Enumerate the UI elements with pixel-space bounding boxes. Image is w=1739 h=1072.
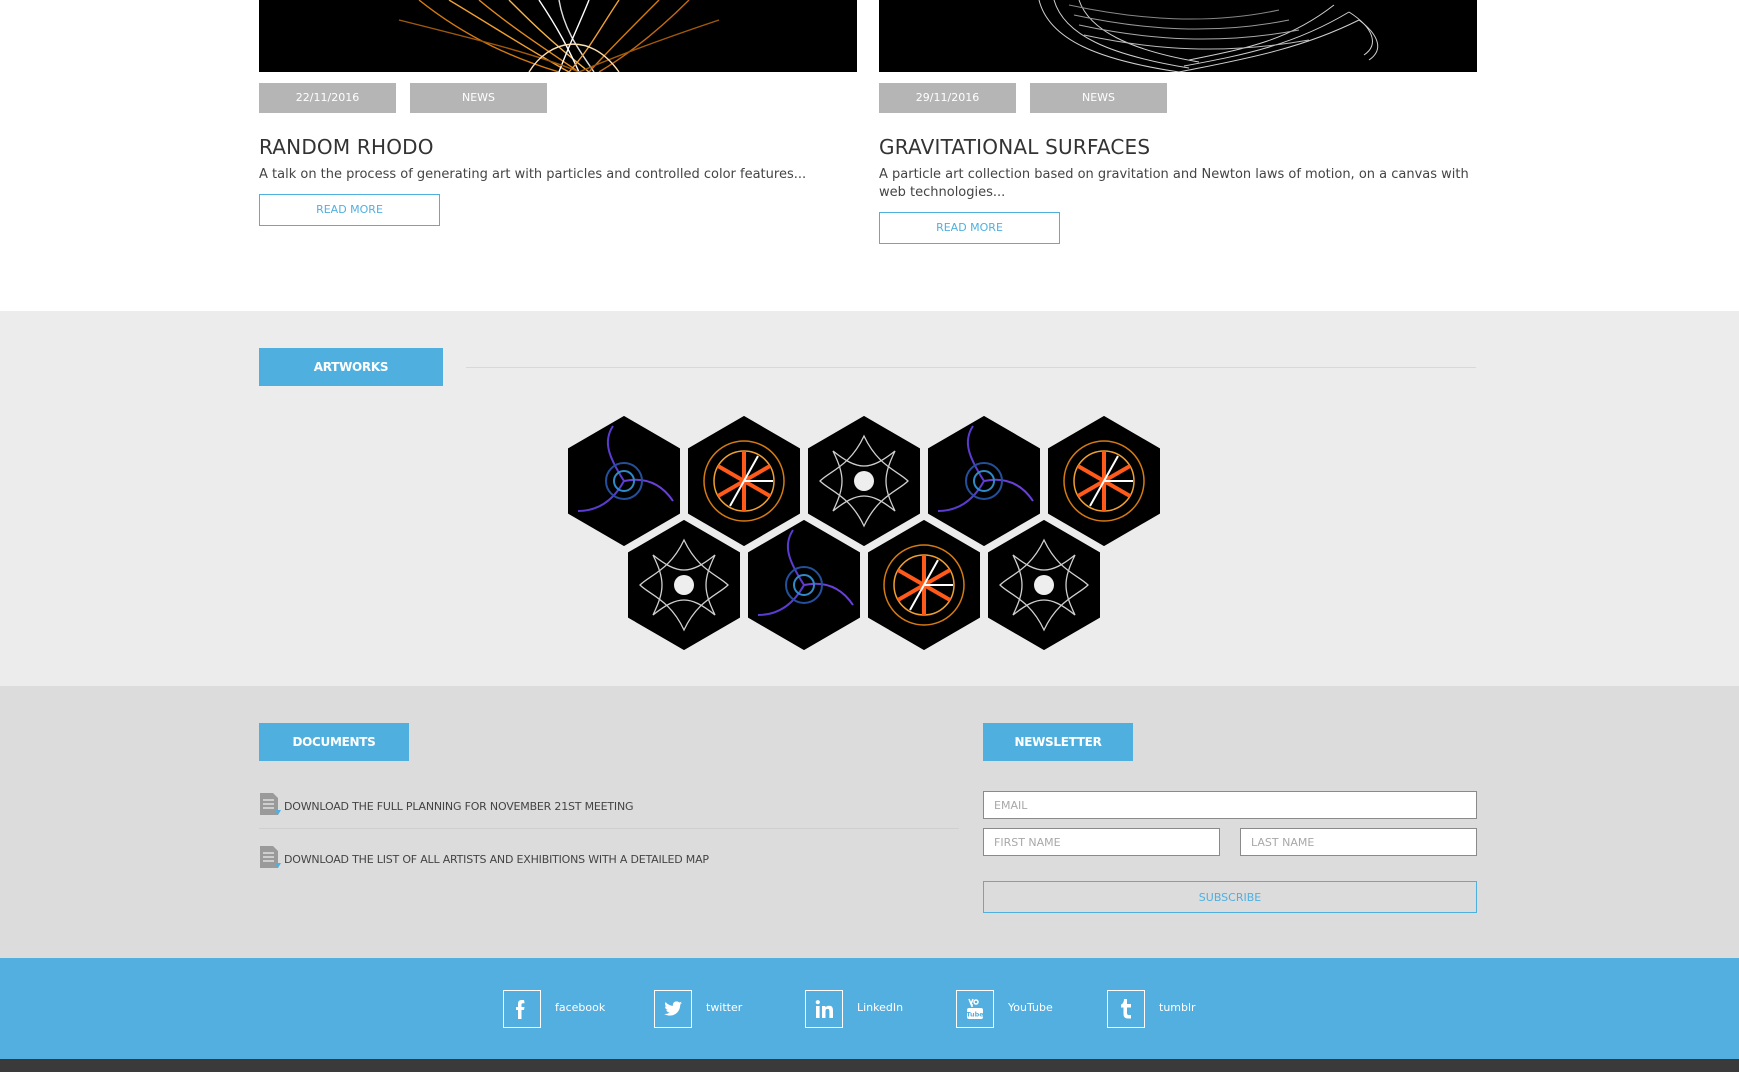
artwork-thumbnail-orange-flower[interactable] bbox=[868, 520, 980, 650]
twitter-icon bbox=[654, 990, 692, 1028]
section-divider bbox=[466, 367, 1476, 368]
news-description: A talk on the process of generating art … bbox=[259, 167, 807, 182]
news-card-image[interactable] bbox=[879, 0, 1477, 72]
social-link-label: twitter bbox=[706, 1001, 743, 1014]
news-section: 22/11/2016 NEWS RANDOM RHODO A talk on t… bbox=[0, 0, 1739, 311]
document-download-icon bbox=[259, 792, 283, 821]
artwork-thumbnail-purple-swirl[interactable] bbox=[748, 520, 860, 650]
social-bar: facebook twitter LinkedIn Tube YouTube t… bbox=[0, 958, 1739, 1059]
artwork-thumbnail-white-star[interactable] bbox=[628, 520, 740, 650]
facebook-icon bbox=[503, 990, 541, 1028]
news-date: 22/11/2016 bbox=[259, 83, 396, 113]
document-link-label: DOWNLOAD THE LIST OF ALL ARTISTS AND EXH… bbox=[284, 853, 709, 866]
last-name-field[interactable] bbox=[1240, 828, 1477, 856]
artwork-thumbnail-purple-swirl[interactable] bbox=[928, 416, 1040, 546]
news-title[interactable]: RANDOM RHODO bbox=[259, 135, 857, 159]
news-description: A particle art collection based on gravi… bbox=[879, 167, 1469, 200]
news-category-badge[interactable]: NEWS bbox=[410, 83, 547, 113]
social-link-label: YouTube bbox=[1008, 1001, 1053, 1014]
artworks-label: ARTWORKS bbox=[259, 348, 443, 386]
artwork-thumbnail-orange-flower[interactable] bbox=[1048, 416, 1160, 546]
news-card-image[interactable] bbox=[259, 0, 857, 72]
document-link[interactable]: DOWNLOAD THE FULL PLANNING FOR NOVEMBER … bbox=[259, 792, 959, 822]
youtube-icon: Tube bbox=[956, 990, 994, 1028]
read-more-button[interactable]: READ MORE bbox=[259, 194, 440, 226]
news-date: 29/11/2016 bbox=[879, 83, 1016, 113]
documents-label: DOCUMENTS bbox=[259, 723, 409, 761]
social-link-label: tumblr bbox=[1159, 1001, 1196, 1014]
newsletter-label: NEWSLETTER bbox=[983, 723, 1133, 761]
first-name-field[interactable] bbox=[983, 828, 1220, 856]
email-field[interactable] bbox=[983, 791, 1477, 819]
artwork-thumbnail-white-star[interactable] bbox=[988, 520, 1100, 650]
tumblr-icon bbox=[1107, 990, 1145, 1028]
page-bottom-bar bbox=[0, 1059, 1739, 1072]
document-link-label: DOWNLOAD THE FULL PLANNING FOR NOVEMBER … bbox=[284, 800, 634, 813]
artwork-thumbnail-orange-flower[interactable] bbox=[688, 416, 800, 546]
document-divider bbox=[259, 828, 959, 829]
artwork-thumbnail-white-star[interactable] bbox=[808, 416, 920, 546]
social-link-label: LinkedIn bbox=[857, 1001, 904, 1014]
documents-newsletter-section: DOCUMENTS DOWNLOAD THE FULL PLANNING FOR… bbox=[0, 686, 1739, 958]
linkedin-icon bbox=[805, 990, 843, 1028]
artworks-section: ARTWORKS bbox=[0, 311, 1739, 686]
news-category-badge[interactable]: NEWS bbox=[1030, 83, 1167, 113]
artwork-thumbnail-purple-swirl[interactable] bbox=[568, 416, 680, 546]
social-link-label: facebook bbox=[555, 1001, 606, 1014]
news-title[interactable]: GRAVITATIONAL SURFACES bbox=[879, 135, 1477, 159]
news-card: 22/11/2016 NEWS RANDOM RHODO A talk on t… bbox=[259, 0, 857, 226]
svg-text:Tube: Tube bbox=[966, 1011, 984, 1019]
document-link[interactable]: DOWNLOAD THE LIST OF ALL ARTISTS AND EXH… bbox=[259, 845, 959, 875]
read-more-button[interactable]: READ MORE bbox=[879, 212, 1060, 244]
news-card: 29/11/2016 NEWS GRAVITATIONAL SURFACES A… bbox=[879, 0, 1477, 244]
document-download-icon bbox=[259, 845, 283, 874]
subscribe-button[interactable]: SUBSCRIBE bbox=[983, 881, 1477, 913]
